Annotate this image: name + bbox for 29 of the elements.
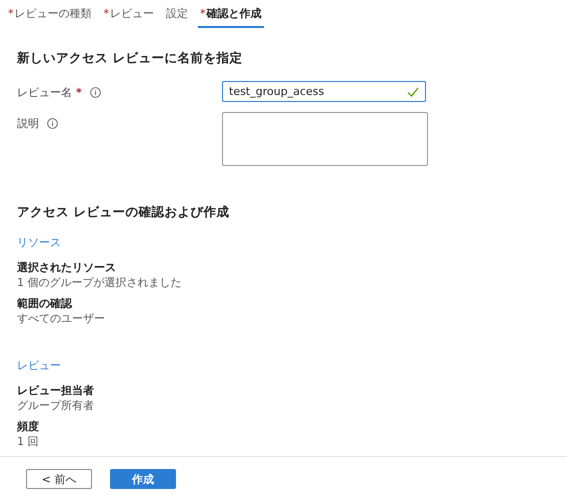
previous-button[interactable]: < 前へ bbox=[26, 469, 92, 489]
create-button[interactable]: 作成 bbox=[110, 469, 176, 489]
info-icon[interactable] bbox=[47, 118, 58, 129]
tab[interactable]: *レビューの種類 bbox=[6, 4, 94, 28]
required-asterisk: * bbox=[104, 7, 109, 20]
description-field[interactable] bbox=[222, 112, 428, 166]
tab[interactable]: *レビュー bbox=[102, 4, 156, 28]
group-heading: リソース bbox=[17, 235, 62, 250]
summary-value: 1 個のグループが選択されました bbox=[17, 275, 182, 290]
required-asterisk: * bbox=[200, 7, 206, 20]
check-icon bbox=[407, 86, 419, 96]
summary-label: 頻度 bbox=[17, 419, 40, 434]
field-label: 説明 bbox=[17, 116, 39, 131]
section-title: アクセス レビューの確認および作成 bbox=[17, 204, 230, 221]
summary-label: 選択されたリソース bbox=[17, 260, 117, 275]
summary-value: 1 回 bbox=[17, 434, 40, 449]
required-asterisk: * bbox=[8, 7, 14, 20]
summary-value: すべてのユーザー bbox=[17, 311, 106, 326]
summary-label: レビュー担当者 bbox=[17, 383, 95, 398]
tab[interactable]: 設定 bbox=[164, 4, 190, 28]
summary-value: グループ所有者 bbox=[17, 398, 95, 413]
required-asterisk: * bbox=[76, 86, 82, 99]
group-heading: レビュー bbox=[17, 358, 62, 373]
section-title: 新しいアクセス レビューに名前を指定 bbox=[17, 50, 244, 67]
tab[interactable]: *確認と作成 bbox=[198, 4, 264, 28]
field-label: レビュー名 bbox=[17, 85, 72, 100]
summary-label: 範囲の確認 bbox=[17, 296, 74, 311]
info-icon[interactable] bbox=[90, 87, 101, 98]
review-name-field[interactable]: test_group_acess bbox=[222, 81, 426, 102]
